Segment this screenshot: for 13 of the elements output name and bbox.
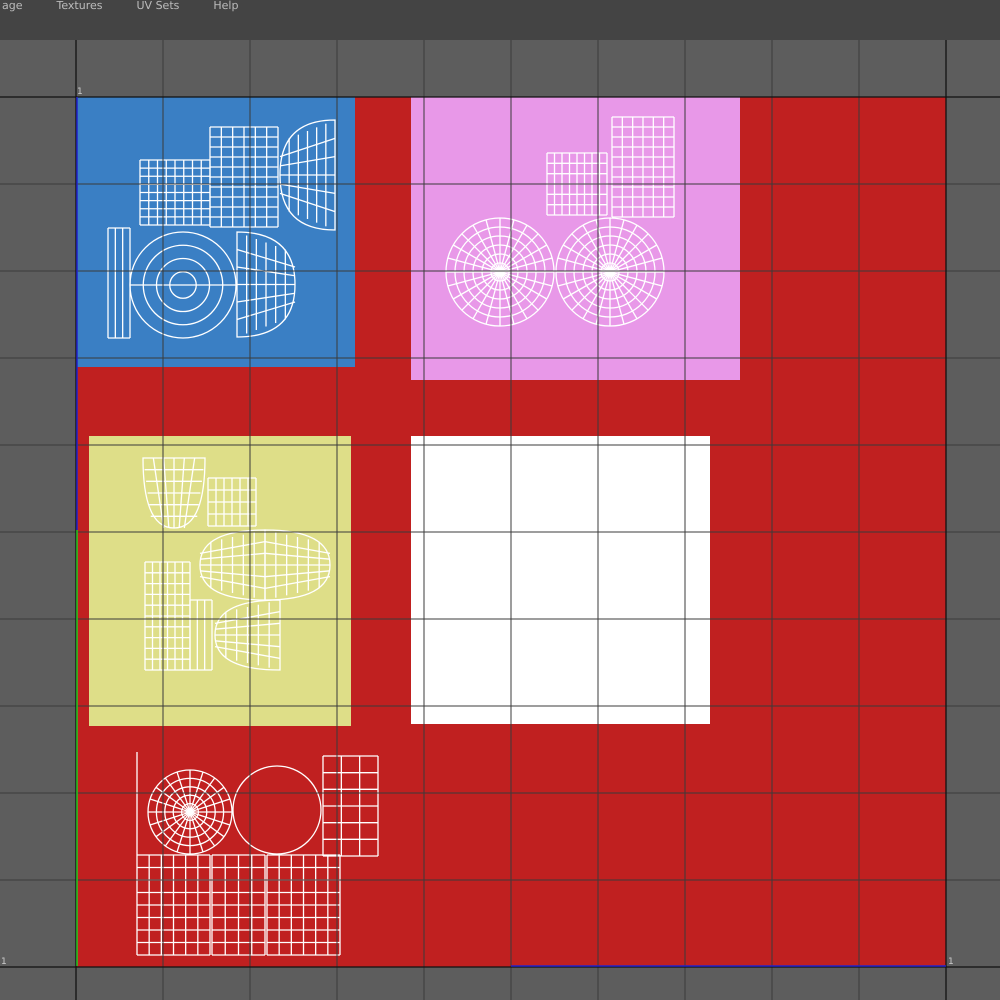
uv-shell-drawing[interactable] [136, 752, 379, 956]
uv-editor-viewport[interactable]: 1 1 1 [0, 40, 1000, 1000]
menu-item[interactable]: UV Sets [136, 0, 180, 12]
menu-item[interactable]: age [2, 0, 22, 12]
uv-shell-drawing[interactable] [89, 436, 351, 726]
uv-shell-drawing[interactable] [411, 97, 740, 380]
axis-label: 1 [77, 87, 83, 97]
axis-label: 1 [948, 957, 954, 967]
uv-shell-drawing[interactable] [76, 97, 355, 367]
axis-label: 1 [1, 957, 7, 967]
menu-item[interactable]: Textures [56, 0, 102, 12]
uv-shell-drawing[interactable] [411, 436, 710, 724]
menu-item[interactable]: Help [213, 0, 238, 12]
